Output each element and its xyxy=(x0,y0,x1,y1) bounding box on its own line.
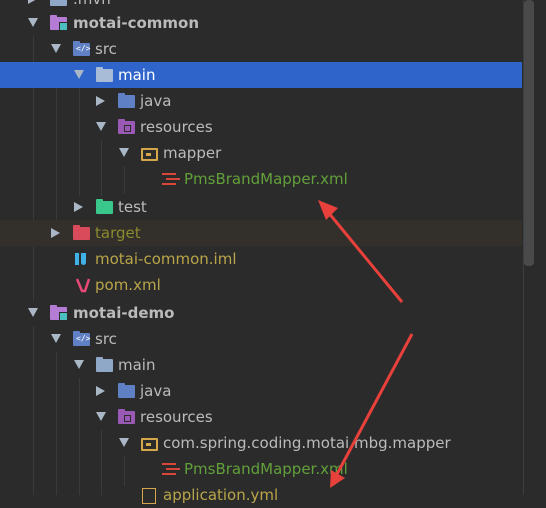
annotation-arrows xyxy=(318,200,414,488)
annotation-arrow xyxy=(330,333,414,488)
annotation-arrow xyxy=(318,200,404,303)
